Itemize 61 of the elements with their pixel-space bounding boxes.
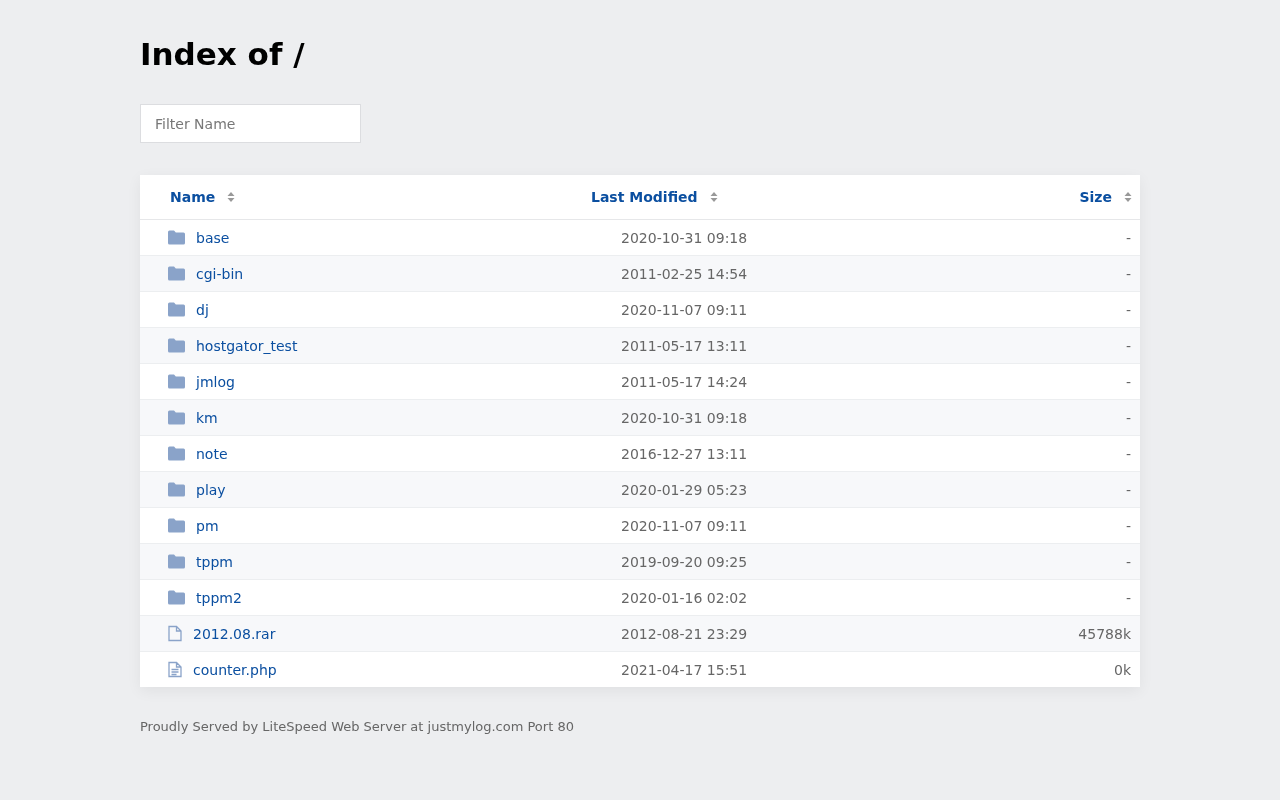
- folder-icon: [168, 338, 185, 353]
- file-link[interactable]: counter.php: [193, 661, 277, 678]
- modified-cell-text: 2020-11-07 09:11: [620, 517, 749, 534]
- modified-cell-text: 2016-12-27 13:11: [620, 445, 749, 462]
- column-header[interactable]: Name: [170, 189, 216, 205]
- sort-icon: [227, 191, 236, 203]
- folder-icon: [168, 590, 185, 605]
- modified-cell-text: 2019-09-20 09:25: [620, 553, 749, 570]
- file-link[interactable]: pm: [196, 517, 219, 534]
- file-link[interactable]: cgi-bin: [196, 265, 244, 282]
- column-header[interactable]: Last Modified: [591, 189, 698, 205]
- folder-icon: [168, 554, 185, 569]
- size-cell-text: -: [1124, 445, 1132, 462]
- file-link[interactable]: note: [196, 445, 228, 462]
- file-link[interactable]: km: [196, 409, 218, 426]
- folder-icon: [168, 374, 185, 389]
- modified-cell-text: 2021-04-17 15:51: [620, 661, 749, 678]
- file-link[interactable]: 2012.08.rar: [193, 625, 276, 642]
- file-icon: [168, 625, 182, 642]
- file-link[interactable]: tppm: [196, 553, 233, 570]
- size-cell-text: 45788k: [1077, 625, 1132, 642]
- text-file-icon: [168, 661, 182, 678]
- file-link[interactable]: dj: [196, 301, 209, 318]
- size-cell-text: -: [1124, 373, 1132, 390]
- size-cell-text: -: [1124, 337, 1132, 354]
- size-cell-text: -: [1124, 409, 1132, 426]
- modified-cell-text: 2020-01-29 05:23: [620, 481, 749, 498]
- folder-icon: [168, 230, 185, 245]
- size-cell-text: -: [1124, 301, 1132, 318]
- size-cell-text: -: [1124, 481, 1132, 498]
- modified-cell-text: 2020-11-07 09:11: [620, 301, 749, 318]
- folder-icon: [168, 266, 185, 281]
- size-cell-text: -: [1124, 265, 1132, 282]
- sort-icon: [709, 191, 718, 203]
- modified-cell-text: 2020-10-31 09:18: [620, 229, 749, 246]
- sort-icon: [1124, 191, 1132, 203]
- folder-icon: [168, 410, 185, 425]
- file-link[interactable]: hostgator_test: [196, 337, 298, 354]
- modified-cell-text: 2020-10-31 09:18: [620, 409, 749, 426]
- modified-cell-text: 2011-05-17 14:24: [620, 373, 749, 390]
- filter-field[interactable]: Filter Name: [140, 104, 361, 143]
- modified-cell-text: 2020-01-16 02:02: [620, 589, 749, 606]
- modified-cell-text: 2011-02-25 14:54: [620, 265, 749, 282]
- size-cell-text: -: [1124, 553, 1132, 570]
- size-cell-text: -: [1124, 589, 1132, 606]
- size-cell-text: 0k: [1113, 661, 1132, 678]
- footer-text: Proudly Served by LiteSpeed Web Server at justmylog.com Port 80: [140, 719, 574, 734]
- column-header[interactable]: Size: [1079, 189, 1112, 205]
- file-link[interactable]: play: [196, 481, 226, 498]
- folder-icon: [168, 446, 185, 461]
- modified-cell-text: 2011-05-17 13:11: [620, 337, 749, 354]
- size-cell-text: -: [1124, 229, 1132, 246]
- file-link[interactable]: base: [196, 229, 230, 246]
- folder-icon: [168, 482, 185, 497]
- page-title: Index of /: [140, 35, 305, 74]
- modified-cell-text: 2012-08-21 23:29: [620, 625, 749, 642]
- folder-icon: [168, 302, 185, 317]
- folder-icon: [168, 518, 185, 533]
- size-cell-text: -: [1124, 517, 1132, 534]
- file-link[interactable]: jmlog: [196, 373, 235, 390]
- file-link[interactable]: tppm2: [196, 589, 242, 606]
